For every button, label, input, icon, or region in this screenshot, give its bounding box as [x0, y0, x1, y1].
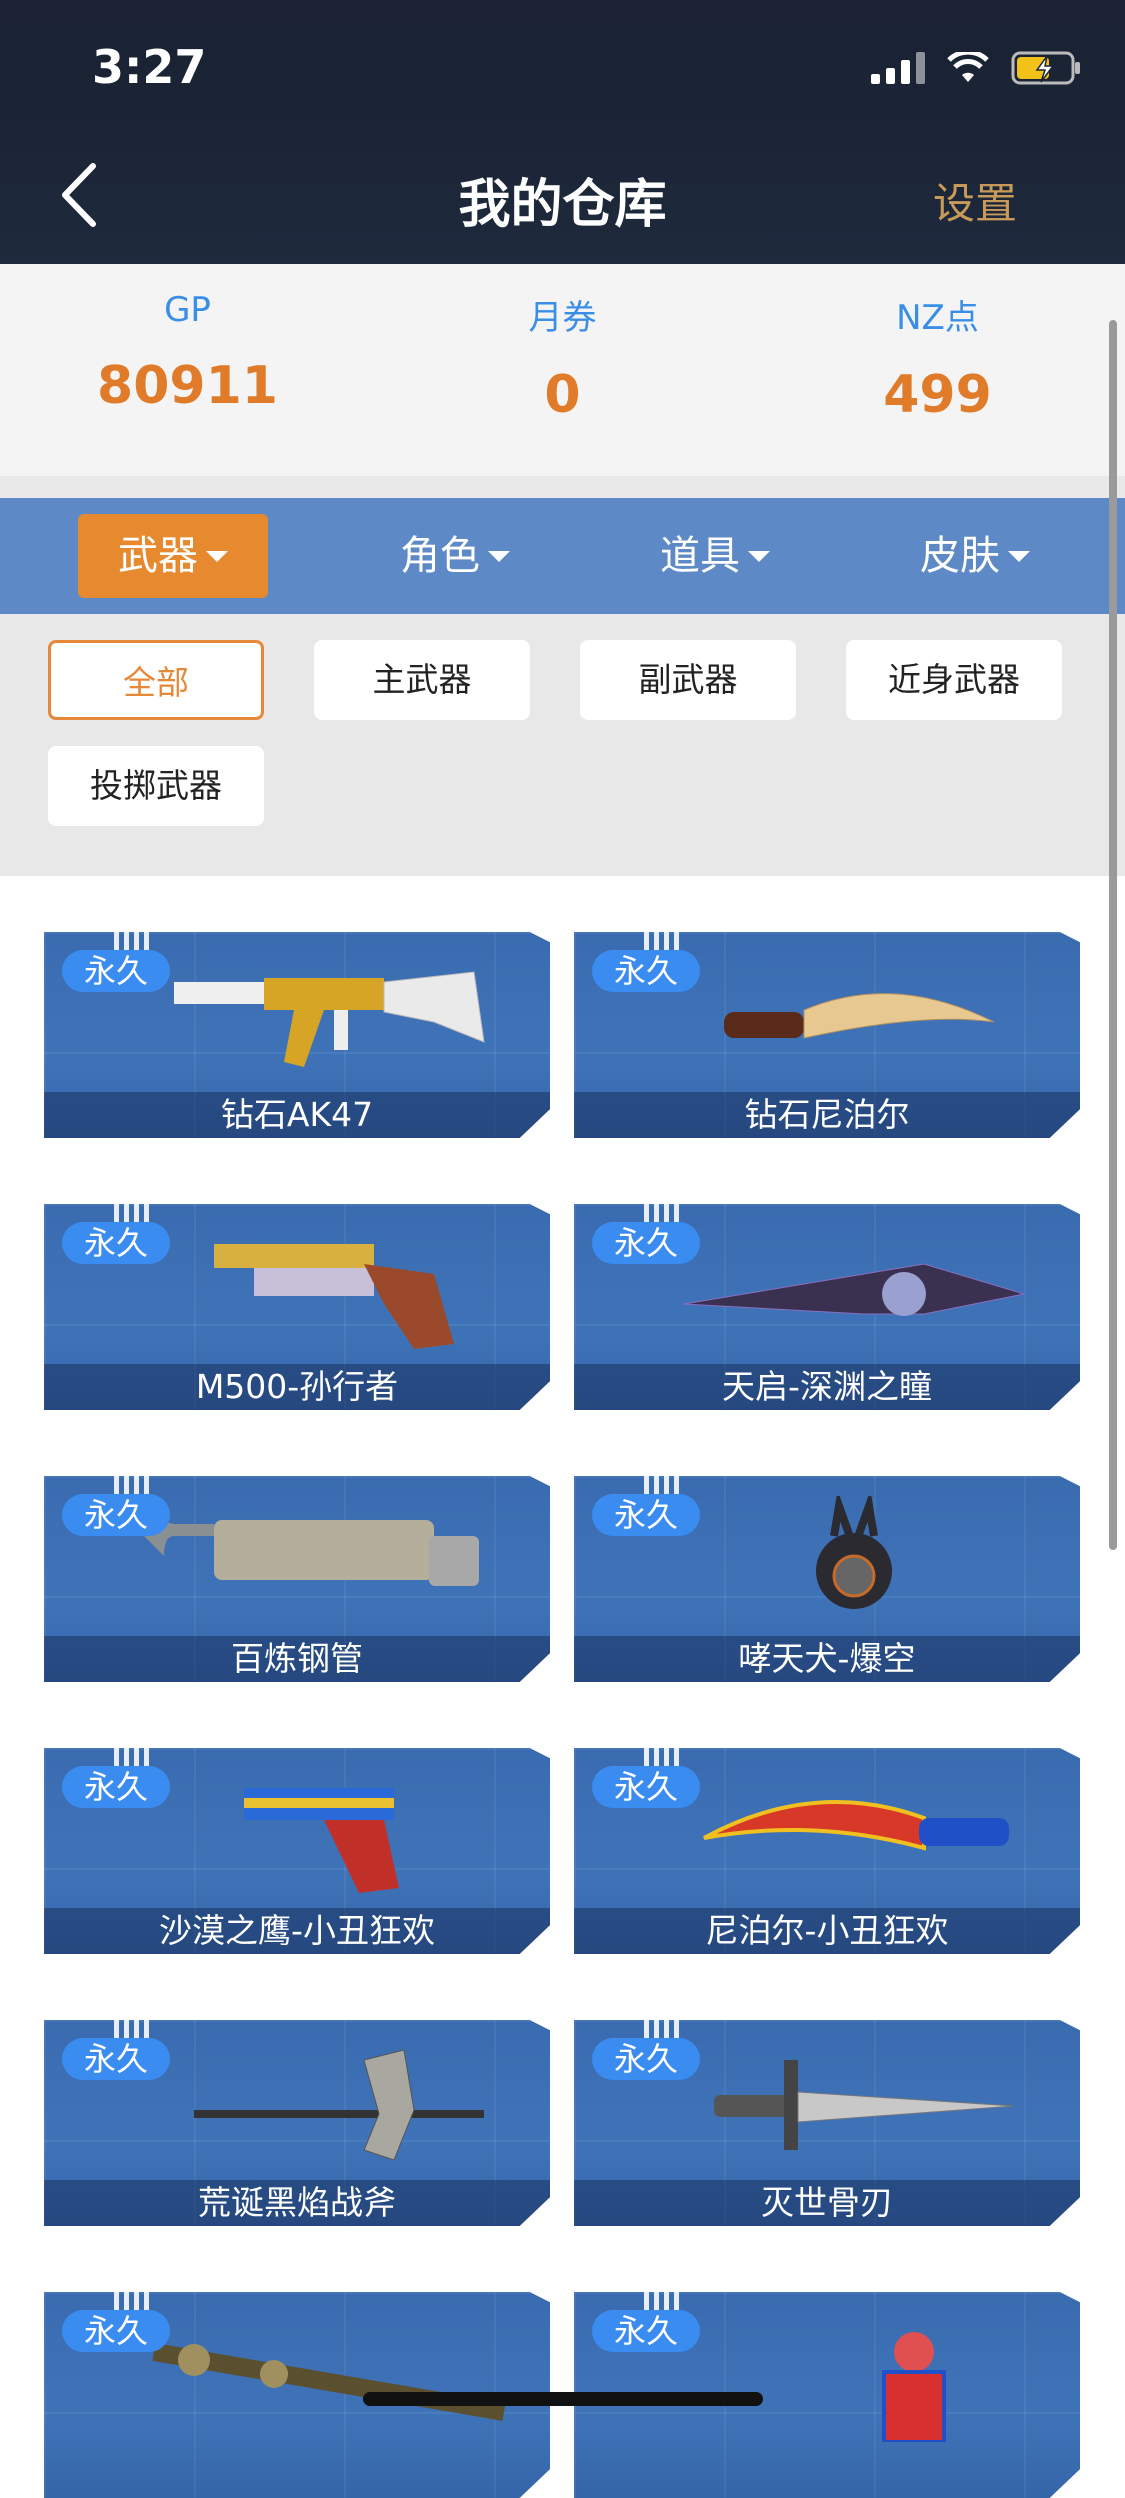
category-tabs: 武器 角色 道具 皮肤	[0, 498, 1125, 614]
stat-monthly-ticket: 月券 0	[375, 290, 750, 425]
item-card[interactable]: 永久 M500-孙行者	[44, 1204, 550, 1410]
card-decoration	[114, 1748, 149, 1766]
filter-melee[interactable]: 近身武器	[846, 640, 1062, 720]
item-card[interactable]: 永久 荒诞黑焰战斧	[44, 2020, 550, 2226]
tab-weapons[interactable]: 武器	[78, 514, 268, 598]
permanent-badge: 永久	[62, 2038, 170, 2080]
battery-icon	[1011, 50, 1083, 86]
item-card[interactable]: 永久 百炼钢管	[44, 1476, 550, 1682]
caret-down-icon	[1008, 550, 1030, 562]
permanent-badge: 永久	[592, 2310, 700, 2352]
stat-gp: GP 80911	[0, 290, 375, 416]
card-decoration	[644, 2020, 679, 2038]
item-name: 荒诞黑焰战斧	[44, 2180, 550, 2226]
settings-button[interactable]: 设置	[933, 170, 1017, 231]
stat-value: 0	[544, 365, 581, 425]
item-card[interactable]: 永久 钻石AK47	[44, 932, 550, 1138]
item-card[interactable]: 永久 钻石尼泊尔	[574, 932, 1080, 1138]
dark-blade-icon	[683, 1263, 1025, 1316]
card-decoration	[114, 932, 149, 950]
item-card[interactable]: 永久 哮天犬-爆空	[574, 1476, 1080, 1682]
jack-in-box-icon	[882, 2332, 946, 2442]
filter-all[interactable]: 全部	[48, 640, 264, 720]
caret-down-icon	[748, 550, 770, 562]
permanent-badge: 永久	[592, 1222, 700, 1264]
card-decoration	[114, 2020, 149, 2038]
permanent-badge: 永久	[592, 2038, 700, 2080]
card-decoration	[644, 932, 679, 950]
item-name: 哮天犬-爆空	[574, 1636, 1080, 1682]
filter-primary[interactable]: 主武器	[314, 640, 530, 720]
wifi-icon	[947, 52, 989, 84]
item-name: 天启-深渊之瞳	[574, 1364, 1080, 1410]
filter-secondary[interactable]: 副武器	[580, 640, 796, 720]
item-name: M500-孙行者	[44, 1364, 550, 1410]
kukri-knife-icon	[724, 993, 995, 1039]
caret-down-icon	[488, 550, 510, 562]
card-decoration	[644, 1748, 679, 1766]
card-decoration	[644, 1476, 679, 1494]
permanent-badge: 永久	[592, 1766, 700, 1808]
tab-items[interactable]: 道具	[620, 514, 810, 598]
item-name: 尼泊尔-小丑狂欢	[574, 1908, 1080, 1954]
item-card[interactable]: 永久 沙漠之鹰-小丑狂欢	[44, 1748, 550, 1954]
tab-label: 皮肤	[920, 533, 1000, 579]
permanent-badge: 永久	[62, 1494, 170, 1536]
permanent-badge: 永久	[62, 1222, 170, 1264]
item-name: 钻石尼泊尔	[574, 1092, 1080, 1138]
sword-icon	[714, 2060, 1015, 2150]
status-time: 3:27	[92, 40, 207, 94]
tab-label: 道具	[660, 533, 740, 579]
steel-pipe-icon	[144, 1520, 479, 1586]
pistol-icon	[244, 1788, 399, 1893]
stat-label: GP	[164, 290, 211, 330]
permanent-badge: 永久	[592, 950, 700, 992]
status-icons	[871, 48, 1083, 88]
permanent-badge: 永久	[592, 1494, 700, 1536]
tab-skins[interactable]: 皮肤	[880, 514, 1070, 598]
axe-icon	[194, 2049, 484, 2161]
card-decoration	[114, 2292, 149, 2310]
item-name: 沙漠之鹰-小丑狂欢	[44, 1908, 550, 1954]
item-card[interactable]: 永久 天启-深渊之瞳	[574, 1204, 1080, 1410]
stat-value: 80911	[97, 356, 278, 416]
permanent-badge: 永久	[62, 950, 170, 992]
stat-nz-points: NZ点 499	[750, 290, 1125, 425]
card-decoration	[114, 1476, 149, 1494]
item-card[interactable]: 永久 灭世骨刃	[574, 2020, 1080, 2226]
divider	[0, 476, 1125, 498]
item-name: 百炼钢管	[44, 1636, 550, 1682]
kukri-knife-icon	[703, 1800, 1009, 1851]
tab-label: 武器	[118, 533, 198, 579]
stat-value: 499	[883, 365, 992, 425]
permanent-badge: 永久	[62, 2310, 170, 2352]
stat-label: 月券	[528, 298, 597, 338]
currency-stats: GP 80911 月券 0 NZ点 499	[0, 264, 1125, 476]
scrollbar[interactable]	[1109, 320, 1117, 1550]
card-decoration	[644, 1204, 679, 1222]
filter-throwable[interactable]: 投掷武器	[48, 746, 264, 826]
subfilter-panel: 全部 主武器 副武器 近身武器 投掷武器	[0, 614, 1125, 876]
revolver-icon	[214, 1244, 454, 1349]
dog-grenade-icon	[816, 1496, 892, 1609]
permanent-badge: 永久	[62, 1766, 170, 1808]
item-name: 灭世骨刃	[574, 2180, 1080, 2226]
rifle-icon	[174, 971, 485, 1067]
item-name: 钻石AK47	[44, 1092, 550, 1138]
top-header: 3:27 我的仓库 设置	[0, 0, 1125, 264]
item-card[interactable]: 永久 尼泊尔-小丑狂欢	[574, 1748, 1080, 1954]
cellular-signal-icon	[871, 52, 925, 84]
tab-label: 角色	[400, 533, 480, 579]
home-indicator	[363, 2392, 763, 2406]
caret-down-icon	[206, 550, 228, 562]
card-decoration	[114, 1204, 149, 1222]
ornate-staff-icon	[152, 2343, 506, 2421]
stat-label: NZ点	[896, 298, 979, 338]
tab-characters[interactable]: 角色	[360, 514, 550, 598]
card-decoration	[644, 2292, 679, 2310]
